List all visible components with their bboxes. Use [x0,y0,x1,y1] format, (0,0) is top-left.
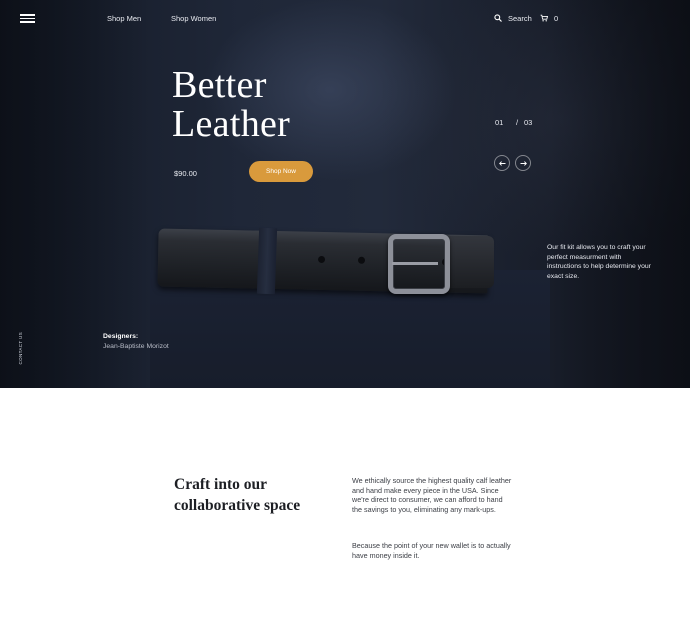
contact-us-link[interactable]: CONTACT US [18,332,23,364]
cart-count: 0 [554,14,559,23]
arrow-right-icon [520,160,527,166]
designers-label: Designers: [103,333,139,340]
hero-banner: Shop Men Shop Women Search 0 Better Leat… [0,0,690,388]
belt-tail [448,236,494,288]
search-icon[interactable] [494,14,502,22]
shop-now-button[interactable]: Shop Now [249,161,313,182]
section-paragraph-1: We ethically source the highest quality … [352,476,512,515]
hero-title-line1: Better [172,64,267,106]
belt-buckle-pin [392,262,438,265]
belt-loop [256,227,278,295]
menu-icon[interactable] [20,14,35,23]
product-price: $90.00 [174,169,197,178]
hero-title-line2: Leather [172,103,291,145]
designers-name: Jean-Baptiste Morizot [103,343,169,350]
nav-shop-men[interactable]: Shop Men [107,14,141,23]
hero-shade-right [550,0,690,388]
slide-total: 03 [524,118,533,127]
section-paragraph-2: Because the point of your new wallet is … [352,541,511,560]
search-label[interactable]: Search [508,14,532,23]
hero-title: Better Leather [172,66,372,144]
hero-shade-left [0,0,150,388]
arrow-left-icon [498,160,505,166]
nav-shop-women[interactable]: Shop Women [171,14,216,23]
belt-hole [357,256,366,264]
prev-slide-button[interactable] [494,155,510,171]
next-slide-button[interactable] [515,155,531,171]
section-title: Craft into our collaborative space [174,476,301,514]
cart-icon[interactable] [540,14,548,22]
belt-hole [317,255,326,264]
slide-current: 01 [495,118,504,127]
fit-kit-description: Our fit kit allows you to craft your per… [547,244,651,280]
slide-separator: / [516,118,519,127]
